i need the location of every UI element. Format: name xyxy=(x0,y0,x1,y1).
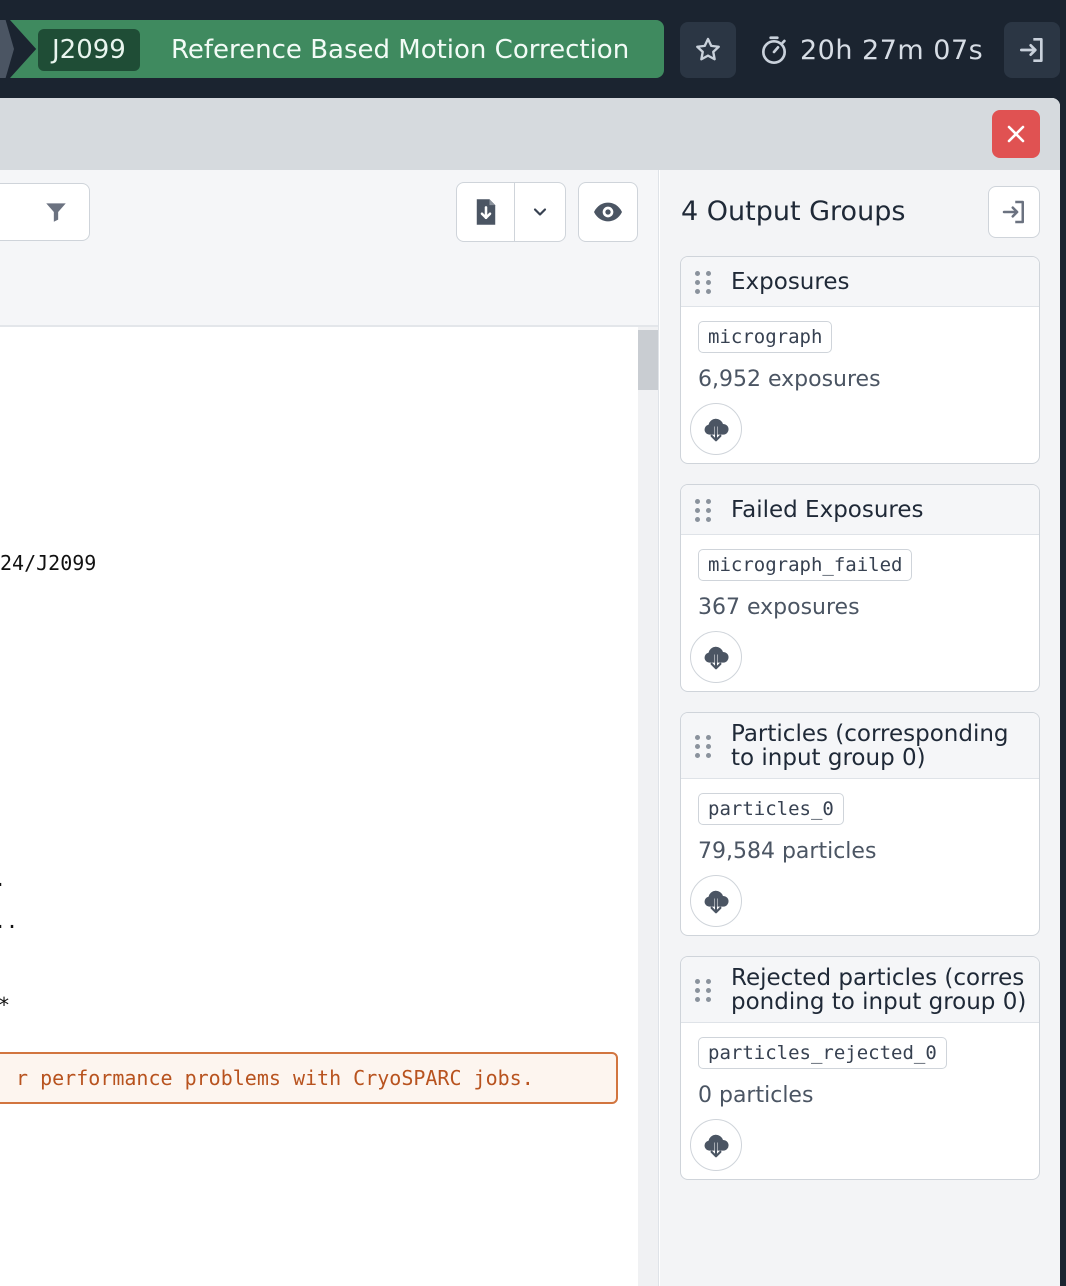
output-group-name: Exposures xyxy=(731,269,850,295)
star-icon xyxy=(696,37,720,61)
export-icon xyxy=(1002,200,1024,224)
output-group-card: Failed Exposures micrograph_failed 367 e… xyxy=(680,484,1040,692)
download-output-button[interactable] xyxy=(690,403,742,455)
download-log-button[interactable] xyxy=(457,183,515,241)
output-count: 367 exposures xyxy=(698,595,860,620)
output-group-name-continued: to input group 0) xyxy=(731,745,926,771)
warning-message: r performance problems with CryoSPARC jo… xyxy=(0,1052,618,1104)
filter-icon[interactable] xyxy=(43,199,69,225)
cloud-download-icon xyxy=(704,418,729,442)
download-output-button[interactable] xyxy=(690,631,742,683)
log-toolbar xyxy=(0,170,658,327)
download-options-dropdown[interactable] xyxy=(515,183,565,241)
output-count: 0 particles xyxy=(698,1083,814,1108)
output-group-card: Exposures micrograph 6,952 exposures xyxy=(680,256,1040,464)
output-group-header[interactable]: Rejected particles (corres ponding to in… xyxy=(681,957,1039,1023)
drag-handle-icon[interactable] xyxy=(695,979,711,1002)
stopwatch-icon xyxy=(762,36,786,64)
exit-icon xyxy=(1020,38,1043,62)
download-log-group xyxy=(456,182,566,242)
log-line: . xyxy=(0,867,6,891)
cloud-download-icon xyxy=(704,646,729,670)
output-groups-panel: 4 Output Groups Exposures micrograph 6,9… xyxy=(660,170,1060,1286)
close-icon xyxy=(1007,125,1025,143)
output-group-card: Particles (corresponding to input group … xyxy=(680,712,1040,936)
job-id-badge[interactable]: J2099 xyxy=(38,29,140,71)
output-group-name: Failed Exposures xyxy=(731,497,924,523)
window-edge xyxy=(1060,98,1066,1286)
download-output-button[interactable] xyxy=(690,875,742,927)
job-header-bar: J2099 Reference Based Motion Correction … xyxy=(0,0,1066,98)
drag-handle-icon[interactable] xyxy=(695,735,711,758)
window-header xyxy=(0,98,1060,170)
output-group-name: Particles (corresponding xyxy=(731,721,1009,747)
log-filter-input[interactable] xyxy=(0,183,90,241)
log-output: 24/J2099 . .. * r performance problems w… xyxy=(0,327,638,1286)
output-count: 79,584 particles xyxy=(698,839,877,864)
log-scrollbar-thumb[interactable] xyxy=(638,330,658,390)
output-group-name-continued: ponding to input group 0) xyxy=(731,989,1027,1015)
output-group-header[interactable]: Exposures xyxy=(681,257,1039,307)
job-detail-window: 24/J2099 . .. * r performance problems w… xyxy=(0,98,1060,1286)
output-group-card: Rejected particles (corres ponding to in… xyxy=(680,956,1040,1180)
breadcrumb-previous[interactable] xyxy=(0,20,14,78)
output-group-name: Rejected particles (corres xyxy=(731,965,1025,991)
cloud-download-icon xyxy=(704,1134,729,1158)
output-count: 6,952 exposures xyxy=(698,367,881,392)
exit-job-button[interactable] xyxy=(1004,22,1060,78)
output-tag: particles_rejected_0 xyxy=(698,1037,947,1069)
download-file-icon xyxy=(476,199,495,225)
eye-icon xyxy=(594,202,622,222)
job-timer: 20h 27m 07s xyxy=(758,22,983,78)
drag-handle-icon[interactable] xyxy=(695,271,711,294)
output-group-header[interactable]: Particles (corresponding to input group … xyxy=(681,713,1039,779)
job-title[interactable]: Reference Based Motion Correction xyxy=(171,29,629,71)
log-line: 24/J2099 xyxy=(0,551,97,575)
chevron-down-icon xyxy=(533,208,547,216)
cloud-download-icon xyxy=(704,890,729,914)
export-outputs-button[interactable] xyxy=(988,186,1040,238)
favorite-button[interactable] xyxy=(680,22,736,78)
close-button[interactable] xyxy=(992,110,1040,158)
log-line: * xyxy=(0,993,10,1017)
output-tag: particles_0 xyxy=(698,793,844,825)
elapsed-time: 20h 27m 07s xyxy=(800,34,984,66)
event-log-panel: 24/J2099 . .. * r performance problems w… xyxy=(0,170,659,1286)
log-line: .. xyxy=(0,909,19,933)
log-scrollbar[interactable] xyxy=(638,327,658,1286)
output-group-header[interactable]: Failed Exposures xyxy=(681,485,1039,535)
drag-handle-icon[interactable] xyxy=(695,499,711,522)
output-tag: micrograph_failed xyxy=(698,549,913,581)
download-output-button[interactable] xyxy=(690,1119,742,1171)
output-tag: micrograph xyxy=(698,321,833,353)
output-groups-title: 4 Output Groups xyxy=(681,196,906,227)
view-toggle-button[interactable] xyxy=(578,182,638,242)
